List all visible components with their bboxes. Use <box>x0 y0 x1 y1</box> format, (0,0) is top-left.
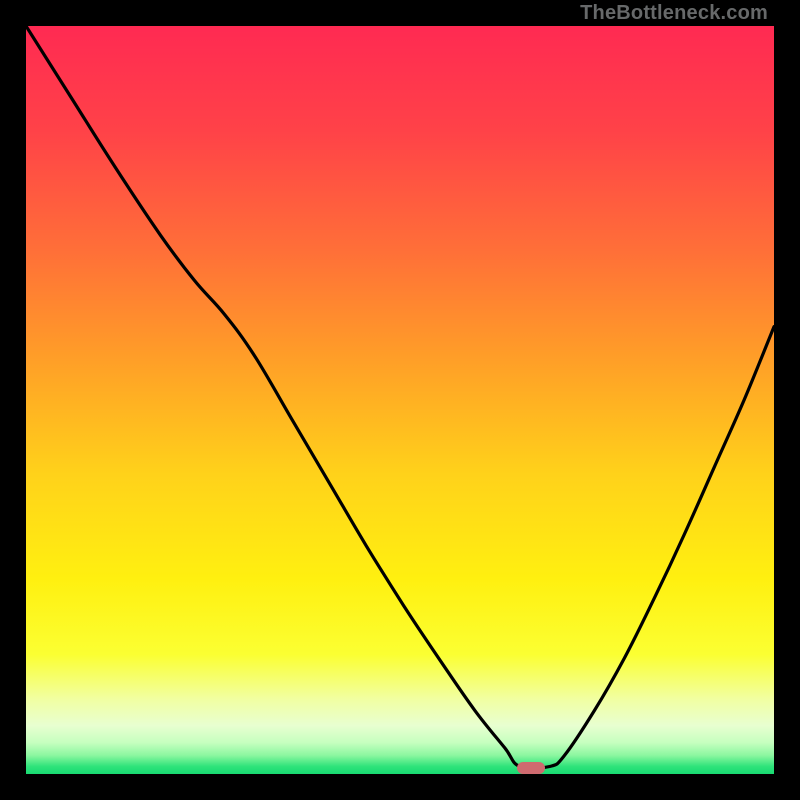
chart-frame <box>26 26 774 774</box>
plot-area <box>26 26 774 774</box>
sweet-spot-marker <box>517 762 545 774</box>
background-gradient <box>26 26 774 774</box>
watermark-text: TheBottleneck.com <box>580 2 768 25</box>
